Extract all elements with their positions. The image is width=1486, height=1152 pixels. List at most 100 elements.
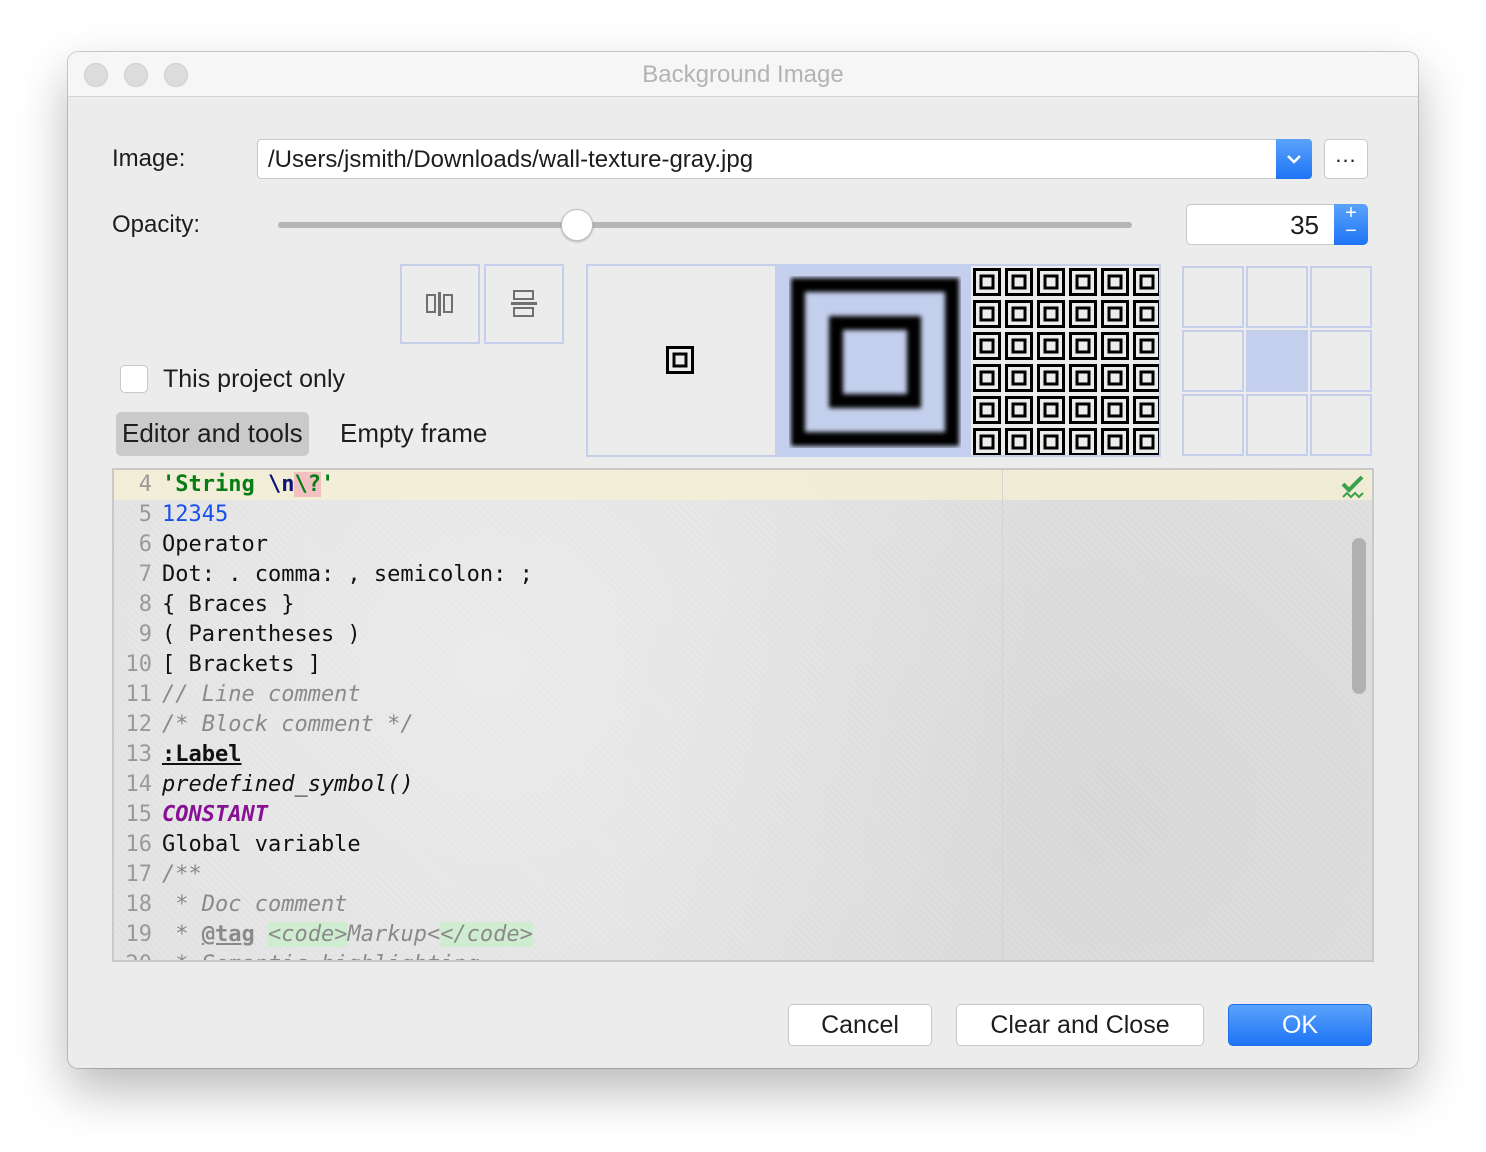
plain-square-icon [666, 346, 694, 374]
anchor-top-center[interactable] [1246, 266, 1308, 328]
code-token: { Braces } [162, 592, 295, 617]
code-line[interactable]: 18 * Doc comment [114, 890, 348, 920]
background-image-dialog: Background Image Image: /Users/jsmith/Do… [68, 52, 1418, 1068]
right-margin-guide [1002, 470, 1003, 960]
line-number: 8 [138, 592, 152, 617]
code-token: Operator [162, 532, 268, 557]
line-number: 10 [125, 652, 153, 677]
anchor-bottom-center[interactable] [1246, 394, 1308, 456]
fill-mode-plain[interactable] [586, 264, 777, 457]
code-token: ' [320, 472, 335, 497]
opacity-stepper[interactable]: + − [1334, 203, 1368, 245]
code-line[interactable]: 9 ( Parentheses ) [114, 620, 361, 650]
browse-button[interactable]: ... [1324, 139, 1368, 179]
line-number: 9 [138, 622, 152, 647]
flip-horizontal-button[interactable] [400, 264, 480, 344]
image-label: Image: [112, 145, 186, 172]
code-line[interactable]: 5 12345 [114, 500, 228, 530]
code-token: predefined_symbol() [162, 772, 414, 797]
anchor-middle-right[interactable] [1310, 330, 1372, 392]
line-number: 17 [125, 862, 153, 887]
clear-and-close-button[interactable]: Clear and Close [956, 1004, 1204, 1046]
code-line[interactable]: 12 /* Block comment */ [114, 710, 414, 740]
code-token: * Doc comment [162, 892, 348, 917]
line-number: 11 [125, 682, 153, 707]
opacity-slider-thumb[interactable] [560, 209, 593, 241]
line-number: 16 [125, 832, 153, 857]
code-line[interactable]: 6 Operator [114, 530, 268, 560]
line-number: 19 [125, 922, 153, 947]
window-title: Background Image [642, 61, 844, 88]
tab-empty-frame[interactable]: Empty frame [334, 412, 493, 456]
code-line[interactable]: 19 * @tag <code>Markup<</code> [114, 920, 533, 950]
code-token: <code> [267, 922, 348, 947]
code-line[interactable]: 13 :Label [114, 740, 242, 770]
line-number: 5 [138, 502, 152, 527]
line-number: 6 [138, 532, 152, 557]
flip-vertical-button[interactable] [484, 264, 564, 344]
anchor-bottom-right[interactable] [1310, 394, 1372, 456]
fill-mode-scale[interactable] [777, 264, 969, 457]
code-token: \n [267, 472, 295, 497]
image-path-value[interactable]: /Users/jsmith/Downloads/wall-texture-gra… [268, 146, 753, 174]
code-token: * [162, 922, 202, 947]
title-bar: Background Image [68, 52, 1418, 97]
line-number: 20 [114, 950, 153, 960]
code-line[interactable]: 14 predefined_symbol() [114, 770, 414, 800]
project-only-label[interactable]: This project only [163, 365, 345, 394]
code-token: :Label [162, 742, 242, 767]
line-number: 14 [125, 772, 153, 797]
opacity-slider[interactable] [278, 222, 1132, 228]
code-line[interactable]: 15 CONSTANT [114, 800, 268, 830]
tab-editor-and-tools[interactable]: Editor and tools [116, 412, 309, 456]
code-line[interactable]: 17 /** [114, 860, 202, 890]
code-line[interactable]: 4 'String \n\?' [114, 470, 334, 500]
project-only-checkbox[interactable] [120, 365, 148, 393]
image-path-combobox[interactable]: /Users/jsmith/Downloads/wall-texture-gra… [257, 139, 1312, 179]
code-token: \? [294, 472, 321, 497]
opacity-value[interactable]: 35 [1290, 210, 1319, 241]
code-line[interactable]: 7 Dot: . comma: , semicolon: ; [114, 560, 533, 590]
code-line[interactable]: 10 [ Brackets ] [114, 650, 321, 680]
code-line[interactable]: 16 Global variable [114, 830, 361, 860]
tiled-squares-icon [973, 268, 1159, 455]
code-token: CONSTANT [162, 802, 268, 827]
code-token: </code> [440, 922, 533, 947]
cancel-button[interactable]: Cancel [788, 1004, 932, 1046]
opacity-spinner[interactable]: 35 + − [1186, 203, 1368, 245]
editor-preview[interactable]: 4 'String \n\?' 5 12345 6 Operator 7 Dot: . com… [112, 468, 1374, 962]
anchor-center[interactable] [1246, 330, 1308, 392]
code-token: 'String [162, 472, 268, 497]
anchor-middle-left[interactable] [1182, 330, 1244, 392]
code-token: Dot: . comma: , semicolon: ; [162, 562, 533, 587]
code-token: /** [162, 862, 202, 887]
code-line[interactable]: 11 // Line comment [114, 680, 361, 710]
line-number: 7 [138, 562, 152, 587]
ok-button[interactable]: OK [1228, 1004, 1372, 1046]
opacity-label: Opacity: [112, 211, 201, 238]
scaled-square-icon [791, 278, 959, 446]
anchor-top-left[interactable] [1182, 266, 1244, 328]
inspection-ok-icon[interactable] [1340, 475, 1366, 506]
line-number: 4 [138, 472, 152, 497]
chevron-down-icon[interactable] [1276, 139, 1312, 179]
anchor-bottom-left[interactable] [1182, 394, 1244, 456]
code-token: // Line comment [162, 682, 361, 707]
code-token: @tag [201, 922, 255, 947]
code-token: [ Brackets ] [162, 652, 321, 677]
line-number: 12 [125, 712, 153, 737]
code-token: /* Block comment */ [162, 712, 414, 737]
editor-scrollbar[interactable] [1352, 538, 1366, 694]
code-token: Global variable [162, 832, 361, 857]
code-token: * Semantic highlighting [162, 952, 480, 960]
line-number: 13 [125, 742, 153, 767]
fill-mode-tile[interactable] [969, 264, 1161, 457]
minus-icon[interactable]: − [1334, 221, 1368, 241]
line-number: 15 [125, 802, 153, 827]
code-line[interactable]: 8 { Braces } [114, 590, 295, 620]
anchor-top-right[interactable] [1310, 266, 1372, 328]
code-line[interactable]: 20 * Semantic highlighting [114, 950, 480, 960]
code-token: Markup< [347, 922, 441, 947]
flip-horizontal-icon [426, 292, 453, 316]
